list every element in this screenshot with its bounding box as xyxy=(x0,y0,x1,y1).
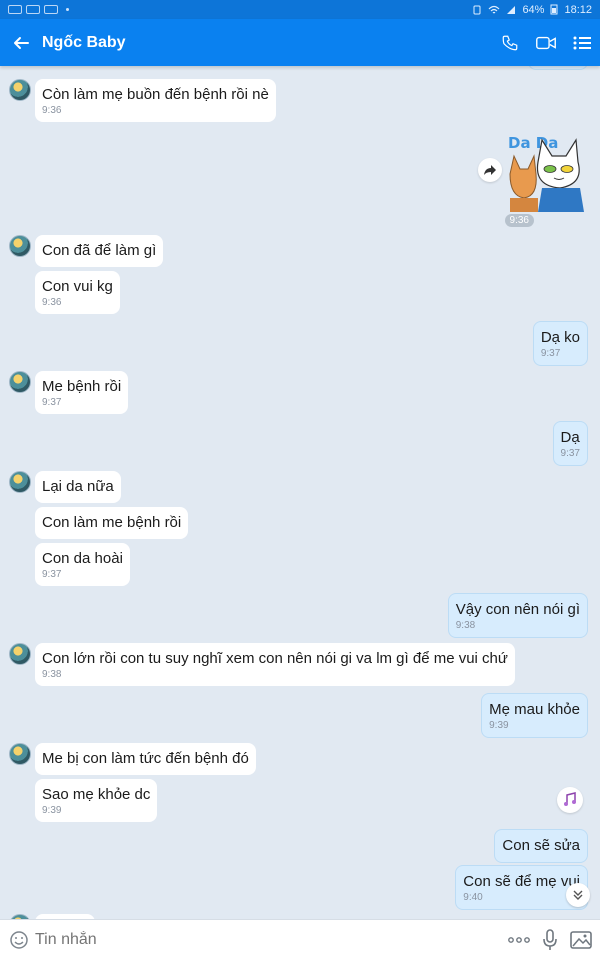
message-time: 9:37 xyxy=(42,397,62,408)
back-button[interactable] xyxy=(1,19,41,66)
call-button[interactable] xyxy=(492,19,528,66)
message-input[interactable] xyxy=(35,931,503,949)
message-time: 9:39 xyxy=(42,805,62,816)
signal-icon xyxy=(507,5,516,14)
message-text: Lại da nữa xyxy=(42,478,114,495)
message-bubble-partial xyxy=(528,66,588,70)
message-bubble[interactable]: Con sẽ sửa xyxy=(494,829,588,863)
forward-button[interactable] xyxy=(478,158,502,182)
message-text: Vậy con nên nói gì xyxy=(455,601,580,618)
microphone-icon xyxy=(542,929,557,950)
message-text: Con vui kg xyxy=(42,278,113,295)
notification-icon xyxy=(44,5,58,14)
menu-button[interactable] xyxy=(564,19,600,66)
message-list[interactable]: Còn làm mẹ buồn đến bệnh rồi nè 9:36 Da … xyxy=(0,66,600,919)
avatar[interactable] xyxy=(9,743,31,765)
message-text: Con sẽ để mẹ vui xyxy=(463,873,580,890)
list-menu-icon xyxy=(573,36,591,49)
clock: 18:12 xyxy=(564,3,592,16)
avatar[interactable] xyxy=(9,471,31,493)
image-icon xyxy=(569,931,592,949)
message-time: 9:38 xyxy=(455,620,476,631)
message-bubble[interactable]: Con da hoài 9:37 xyxy=(35,543,130,586)
sticker-label: Da Da xyxy=(508,134,558,152)
back-arrow-icon xyxy=(14,36,29,49)
message-bubble[interactable]: Me bị con làm tức đến bệnh đó xyxy=(35,743,256,775)
message-time: 9:38 xyxy=(42,669,62,680)
message-time: 9:36 xyxy=(42,297,62,308)
message-bubble[interactable]: Lại da nữa xyxy=(35,471,121,503)
vibrate-icon xyxy=(473,5,481,14)
avatar[interactable] xyxy=(9,79,31,101)
notification-icon xyxy=(8,5,22,14)
message-text: Còn làm mẹ buồn đến bệnh rồi nè xyxy=(42,86,269,103)
message-bubble[interactable]: Mẹ mau khỏe 9:39 xyxy=(481,693,588,738)
message-text: Con sẽ sửa xyxy=(502,837,580,854)
music-note-icon xyxy=(564,792,576,806)
message-text: Con lớn rồi con tu suy nghĩ xem con nên … xyxy=(42,650,508,667)
message-bubble[interactable]: Con vui kg 9:36 xyxy=(35,271,120,314)
more-button[interactable] xyxy=(503,936,534,944)
message-time: 9:40 xyxy=(463,892,483,903)
emoji-button[interactable] xyxy=(3,930,35,950)
message-text: Mẹ mau khỏe xyxy=(489,701,580,718)
message-text: Dạ ko xyxy=(540,329,580,346)
message-bubble[interactable]: Còn làm mẹ buồn đến bệnh rồi nè 9:36 xyxy=(35,79,276,122)
message-bubble[interactable]: Me bệnh rồi 9:37 xyxy=(35,371,129,414)
message-time: 9:37 xyxy=(560,448,580,459)
music-button[interactable] xyxy=(557,787,583,813)
avatar[interactable] xyxy=(9,235,31,257)
message-text: Con làm me bệnh rồi xyxy=(42,514,182,531)
battery-icon xyxy=(550,4,558,15)
message-text: Con đã để làm gì xyxy=(42,242,157,259)
dot-icon xyxy=(66,8,69,11)
forward-icon xyxy=(484,165,496,175)
status-bar: 64% 18:12 xyxy=(0,0,600,19)
message-bubble[interactable]: Vậy con nên nói gì 9:38 xyxy=(447,593,588,638)
notification-icons xyxy=(8,5,69,14)
video-call-icon xyxy=(536,36,556,49)
message-text: Me bệnh rồi xyxy=(42,378,122,395)
phone-icon xyxy=(502,35,518,50)
message-bubble[interactable]: Dạ 9:37 xyxy=(552,421,588,466)
notification-icon xyxy=(26,5,40,14)
avatar[interactable] xyxy=(9,371,31,393)
message-text: Dạ xyxy=(560,429,580,446)
video-call-button[interactable] xyxy=(528,19,564,66)
contact-name[interactable]: Ngốc Baby xyxy=(42,34,126,52)
message-text: Sao mẹ khỏe dc xyxy=(42,786,151,803)
mic-button[interactable] xyxy=(534,929,565,951)
wifi-icon xyxy=(489,5,500,13)
message-bubble[interactable]: Con lớn rồi con tu suy nghĩ xem con nên … xyxy=(35,643,515,686)
message-bubble[interactable]: Con làm me bệnh rồi xyxy=(35,507,189,539)
message-bubble[interactable]: Con đã để làm gì xyxy=(35,235,164,267)
emoji-icon xyxy=(10,931,28,949)
message-bubble[interactable]: Sao mẹ khỏe dc 9:39 xyxy=(35,779,158,822)
composer-bar xyxy=(0,919,600,960)
scroll-down-icon xyxy=(573,890,583,900)
message-time: 9:39 xyxy=(489,720,509,731)
sticker-time: 9:36 xyxy=(504,214,534,227)
battery-level: 64% xyxy=(522,3,545,16)
avatar[interactable] xyxy=(9,643,31,665)
more-dots-icon xyxy=(507,937,530,943)
message-text: Me bị con làm tức đến bệnh đó xyxy=(42,750,249,767)
chat-header: Ngốc Baby xyxy=(0,19,600,66)
sticker[interactable]: Da Da xyxy=(504,134,586,214)
message-time: 9:36 xyxy=(42,105,62,116)
message-bubble[interactable]: Dạ ko 9:37 xyxy=(532,321,588,366)
image-button[interactable] xyxy=(565,931,596,949)
message-time: 9:37 xyxy=(42,569,62,580)
message-time: 9:37 xyxy=(540,348,561,359)
scroll-down-button[interactable] xyxy=(566,883,590,907)
message-text: Con da hoài xyxy=(42,550,123,567)
